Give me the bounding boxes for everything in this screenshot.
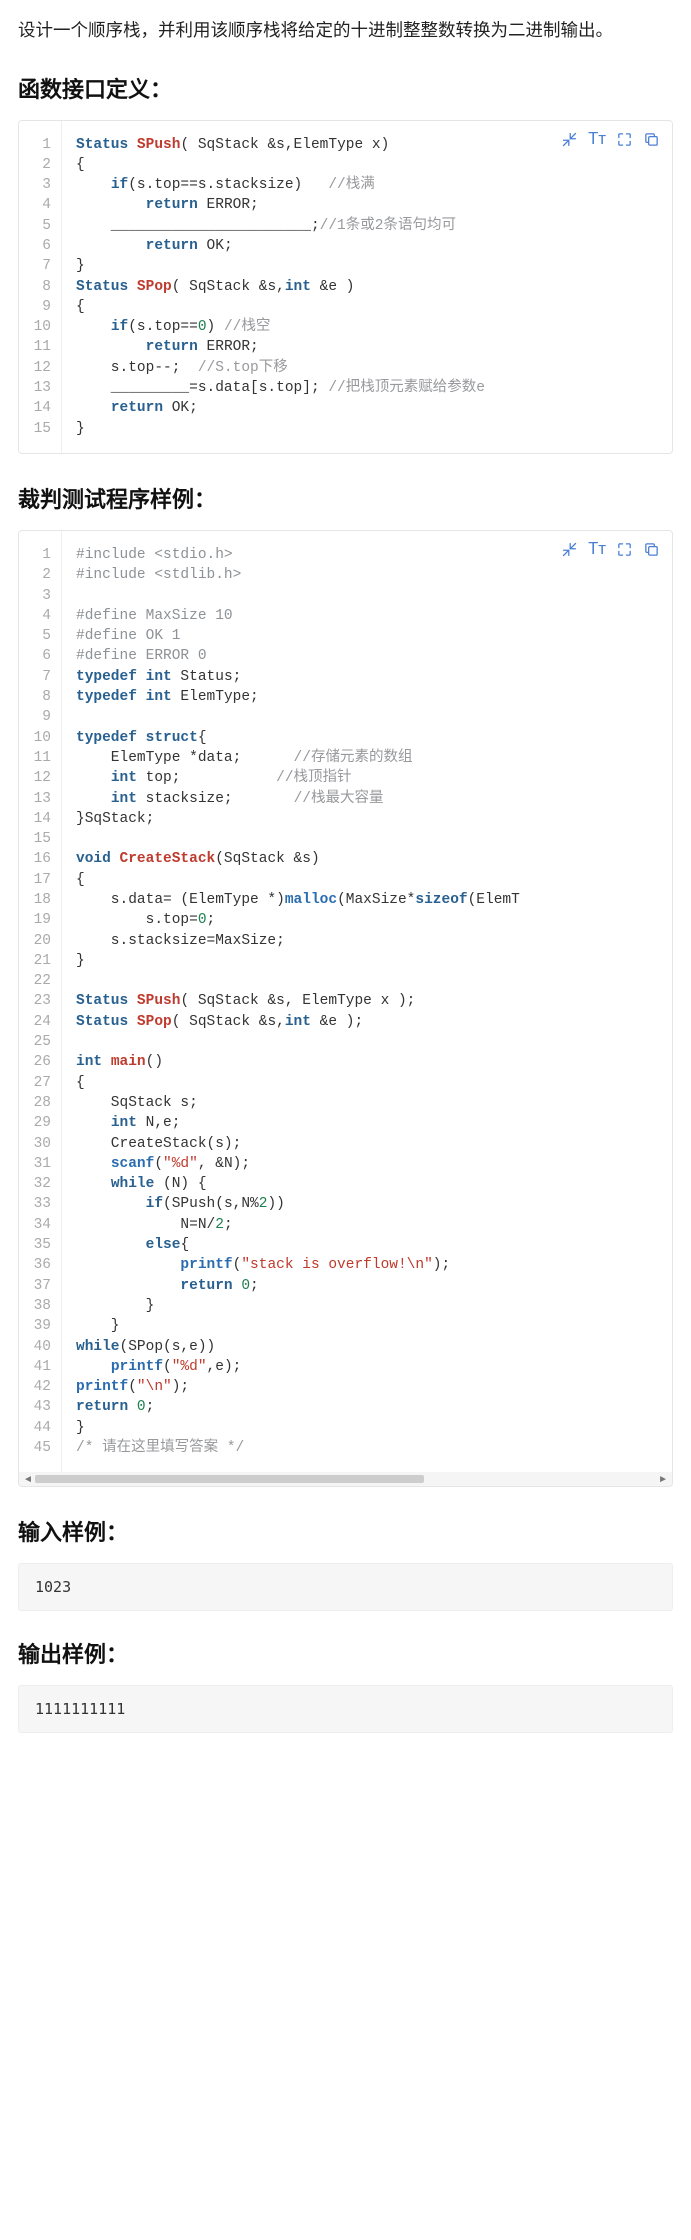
expand-icon[interactable] [616,541,633,562]
code-content: #include <stdio.h> #include <stdlib.h> #… [62,531,672,1472]
line-gutter: 1234567891011121314151617181920212223242… [19,531,62,1472]
line-gutter: 123456789101112131415 [19,121,62,453]
input-sample: 1023 [18,1563,673,1611]
copy-icon[interactable] [643,541,660,562]
heading-input: 输入样例： [18,1515,673,1547]
code-content: Status SPush( SqStack &s,ElemType x) { i… [62,121,672,453]
copy-icon[interactable] [643,131,660,152]
expand-icon[interactable] [616,131,633,152]
scrollbar-thumb[interactable] [35,1475,424,1483]
scroll-right-arrow[interactable]: ► [656,1474,670,1485]
code-block-interface: Tᴛ 123456789101112131415 Status SPush( S… [18,120,673,454]
scroll-left-arrow[interactable]: ◄ [21,1474,35,1485]
font-size-icon[interactable]: Tᴛ [588,541,606,562]
shrink-icon[interactable] [561,131,578,152]
heading-judge: 裁判测试程序样例： [18,482,673,514]
horizontal-scrollbar[interactable]: ◄ ► [19,1472,672,1486]
problem-intro: 设计一个顺序栈，并利用该顺序栈将给定的十进制整整数转换为二进制输出。 [18,16,673,48]
heading-output: 输出样例： [18,1637,673,1669]
code-toolbar: Tᴛ [561,131,660,152]
font-size-icon[interactable]: Tᴛ [588,131,606,152]
heading-interface: 函数接口定义： [18,72,673,104]
code-block-judge: Tᴛ 1234567891011121314151617181920212223… [18,530,673,1487]
output-sample: 1111111111 [18,1685,673,1733]
shrink-icon[interactable] [561,541,578,562]
code-toolbar: Tᴛ [561,541,660,562]
